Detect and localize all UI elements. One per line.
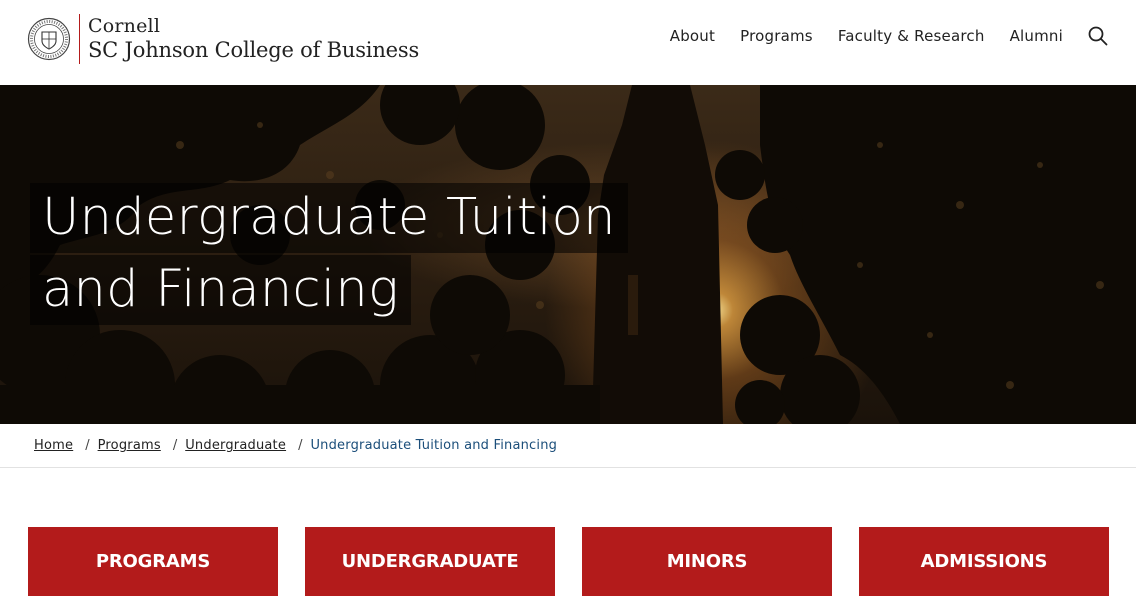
nav-item-alumni[interactable]: Alumni bbox=[1010, 27, 1063, 45]
hero-title-line2: and Financing bbox=[30, 255, 411, 325]
programs-button[interactable]: PROGRAMS bbox=[28, 527, 278, 596]
logo-divider bbox=[79, 14, 80, 64]
breadcrumb-separator: / bbox=[85, 438, 90, 453]
breadcrumb-programs[interactable]: Programs bbox=[98, 438, 161, 453]
nav-item-faculty-research[interactable]: Faculty & Research bbox=[838, 27, 985, 45]
site-header: Cornell SC Johnson College of Business A… bbox=[0, 0, 1136, 85]
breadcrumb-undergraduate[interactable]: Undergraduate bbox=[185, 438, 286, 453]
search-icon[interactable] bbox=[1087, 25, 1109, 47]
minors-button[interactable]: MINORS bbox=[582, 527, 832, 596]
logo-wordmark: Cornell SC Johnson College of Business bbox=[88, 15, 420, 62]
nav-item-about[interactable]: About bbox=[670, 27, 715, 45]
section-buttons: PROGRAMS UNDERGRADUATE MINORS ADMISSIONS bbox=[28, 527, 1109, 596]
breadcrumb-separator: / bbox=[298, 438, 303, 453]
logo-line-college: SC Johnson College of Business bbox=[88, 37, 420, 62]
logo-line-cornell: Cornell bbox=[88, 15, 161, 37]
breadcrumb-current: Undergraduate Tuition and Financing bbox=[310, 438, 558, 453]
cornell-seal-icon bbox=[27, 17, 71, 61]
breadcrumb: Home / Programs / Undergraduate / Underg… bbox=[0, 424, 1136, 468]
undergraduate-button[interactable]: UNDERGRADUATE bbox=[305, 527, 555, 596]
main-nav: About Programs Faculty & Research Alumni bbox=[670, 27, 1063, 45]
nav-item-programs[interactable]: Programs bbox=[740, 27, 813, 45]
breadcrumb-home[interactable]: Home bbox=[34, 438, 73, 453]
hero-title: Undergraduate Tuition and Financing bbox=[30, 183, 628, 325]
college-logo-link[interactable]: Cornell SC Johnson College of Business bbox=[27, 14, 419, 64]
admissions-button[interactable]: ADMISSIONS bbox=[859, 527, 1109, 596]
hero-title-line1: Undergraduate Tuition bbox=[30, 183, 628, 253]
breadcrumb-separator: / bbox=[172, 438, 178, 453]
hero-banner: Undergraduate Tuition and Financing bbox=[0, 85, 1136, 424]
